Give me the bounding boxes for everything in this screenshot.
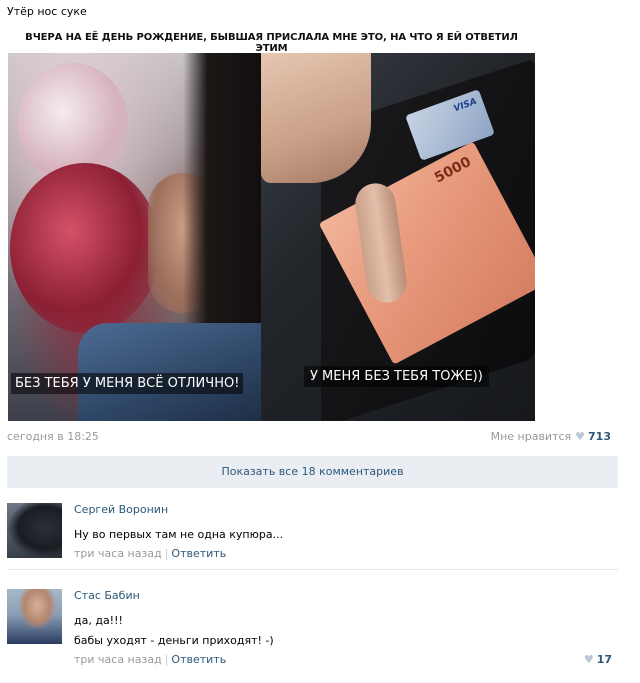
show-all-comments-button[interactable]: Показать все 18 комментариев	[7, 456, 618, 488]
denim-jacket	[78, 323, 262, 421]
comment-line: да, да!!!	[74, 614, 123, 627]
comment-author[interactable]: Сергей Воронин	[74, 503, 168, 516]
meme-right-text: У МЕНЯ БЕЗ ТЕБЯ ТОЖЕ))	[304, 366, 489, 387]
meme-left-photo: БЕЗ ТЕБЯ У МЕНЯ ВСЁ ОТЛИЧНО!	[8, 53, 262, 421]
comment-line: Ну во первых там не одна купюра...	[74, 528, 284, 541]
avatar[interactable]	[7, 589, 62, 644]
comment-author[interactable]: Стас Бабин	[74, 589, 140, 602]
comment-meta: три часа назад | Ответить	[74, 547, 226, 560]
comment-line: бабы уходят - деньги приходят! -)	[74, 634, 274, 647]
like-label: Мне нравится	[490, 430, 572, 443]
comment: Сергей Воронин Ну во первых там не одна …	[7, 499, 618, 570]
comment-time[interactable]: три часа назад	[74, 547, 162, 560]
like-count: 713	[588, 430, 611, 443]
heart-icon: ♥	[575, 430, 586, 443]
comment-text: да, да!!! бабы уходят - деньги приходят!…	[74, 611, 274, 651]
reply-link[interactable]: Ответить	[171, 547, 226, 560]
post-text: Утёр нос суке	[7, 5, 87, 18]
reply-link[interactable]: Ответить	[171, 653, 226, 666]
separator: |	[164, 653, 169, 666]
comment: Стас Бабин да, да!!! бабы уходят - деньг…	[7, 585, 618, 675]
comment-like-button[interactable]: ♥ 17	[584, 653, 612, 666]
comment-meta: три часа назад | Ответить	[74, 653, 226, 666]
like-button[interactable]: Мне нравится ♥ 713	[491, 430, 611, 443]
banknote-value: 5000	[431, 153, 474, 187]
balloon-red	[10, 163, 160, 333]
meme-caption: ВЧЕРА НА ЕЁ ДЕНЬ РОЖДЕНИЕ, БЫВШАЯ ПРИСЛА…	[25, 32, 518, 54]
post-date[interactable]: сегодня в 18:25	[7, 430, 99, 443]
avatar[interactable]	[7, 503, 62, 558]
separator: |	[164, 547, 169, 560]
comment-like-count: 17	[596, 653, 612, 666]
post-image[interactable]: ВЧЕРА НА ЕЁ ДЕНЬ РОЖДЕНИЕ, БЫВШАЯ ПРИСЛА…	[8, 27, 535, 421]
heart-icon: ♥	[583, 653, 594, 666]
card-brand: VISA	[452, 96, 479, 115]
comment-time[interactable]: три часа назад	[74, 653, 162, 666]
meme-left-text: БЕЗ ТЕБЯ У МЕНЯ ВСЁ ОТЛИЧНО!	[11, 373, 244, 394]
comment-text: Ну во первых там не одна купюра...	[74, 525, 283, 545]
thumb	[261, 53, 371, 183]
